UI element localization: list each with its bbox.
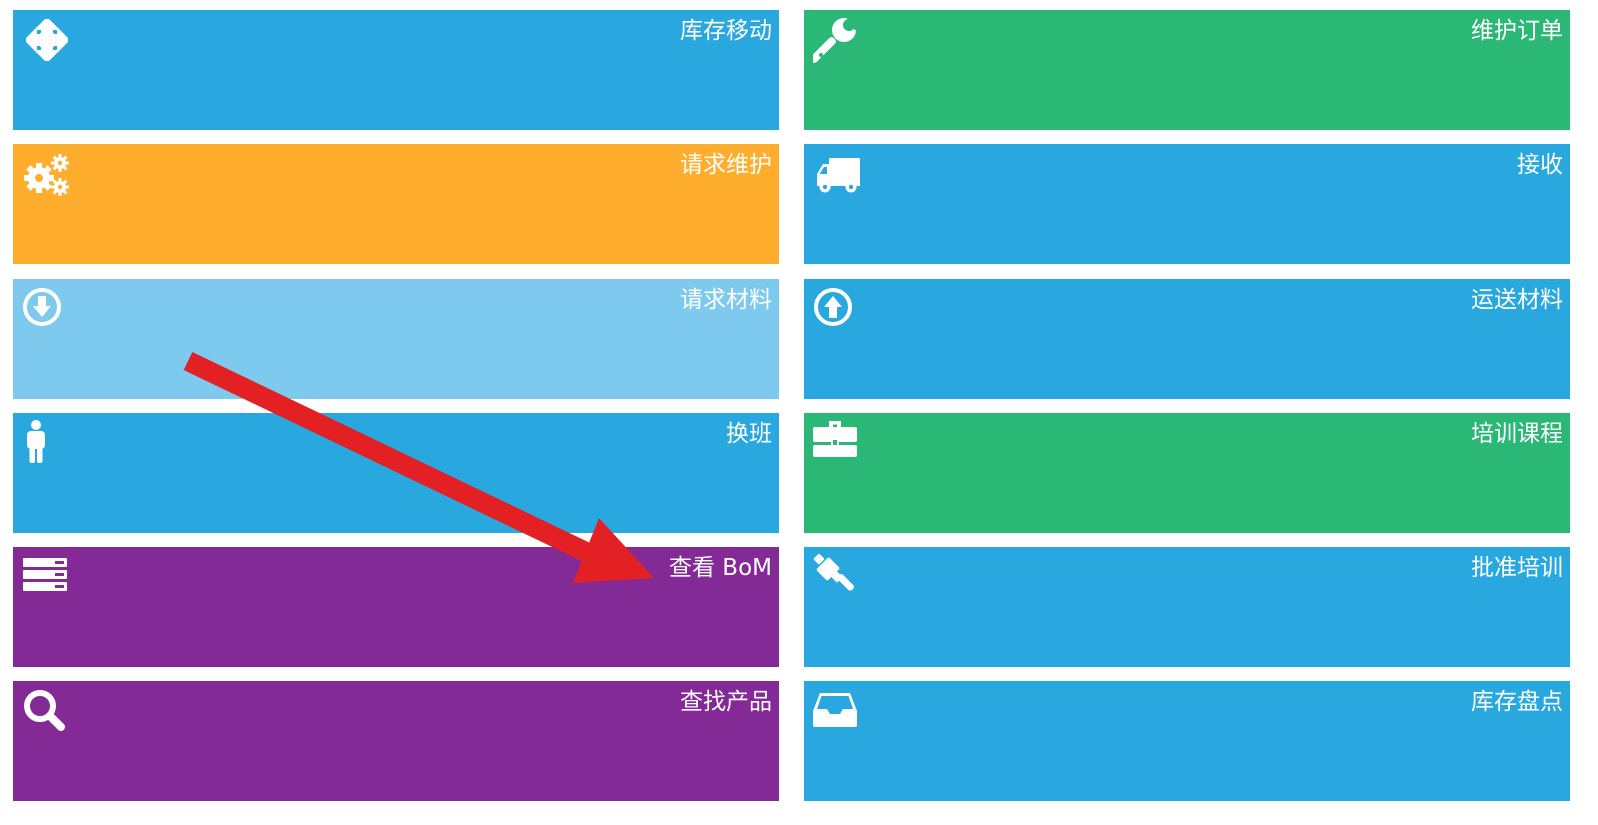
tile-label: 接收 [1517, 152, 1563, 178]
tile-request-maintenance[interactable]: 请求维护 [13, 144, 779, 264]
gears-icon [22, 150, 70, 198]
tile-label: 运送材料 [1471, 287, 1563, 313]
tile-shift-change[interactable]: 换班 [13, 413, 779, 533]
person-icon [21, 419, 69, 467]
wrench-icon [813, 16, 861, 64]
tile-approve-training[interactable]: 批准培训 [804, 547, 1570, 667]
tile-label: 换班 [726, 421, 772, 447]
tile-find-product[interactable]: 查找产品 [13, 681, 779, 801]
tile-label: 维护订单 [1471, 18, 1563, 44]
tile-label: 请求材料 [680, 287, 772, 313]
tile-training-courses[interactable]: 培训课程 [804, 413, 1570, 533]
upload-circle-icon [813, 287, 861, 335]
gavel-icon [813, 553, 861, 601]
tile-inventory-move[interactable]: 库存移动 [13, 10, 779, 130]
tile-label: 培训课程 [1471, 421, 1563, 447]
tile-ship-material[interactable]: 运送材料 [804, 279, 1570, 399]
tile-dashboard: 库存移动 请求维护 请求材料 换班 查看 BoM 查找产品 维护订单 接收 运送… [0, 0, 1598, 825]
tile-label: 批准培训 [1471, 555, 1563, 581]
server-stack-icon [22, 556, 70, 604]
tile-label: 库存盘点 [1471, 689, 1563, 715]
tile-label: 库存移动 [680, 18, 772, 44]
inbox-tray-icon [813, 691, 861, 739]
tile-label: 请求维护 [680, 152, 772, 178]
magnifier-icon [22, 688, 70, 736]
tile-label: 查看 BoM [668, 555, 772, 581]
truck-icon [815, 156, 863, 204]
move-arrows-icon [23, 16, 71, 64]
tile-maintenance-order[interactable]: 维护订单 [804, 10, 1570, 130]
tile-receive[interactable]: 接收 [804, 144, 1570, 264]
tile-view-bom[interactable]: 查看 BoM [13, 547, 779, 667]
tile-label: 查找产品 [680, 689, 772, 715]
tile-request-material[interactable]: 请求材料 [13, 279, 779, 399]
briefcase-icon [813, 419, 861, 467]
download-circle-icon [22, 287, 70, 335]
tile-inventory-count[interactable]: 库存盘点 [804, 681, 1570, 801]
